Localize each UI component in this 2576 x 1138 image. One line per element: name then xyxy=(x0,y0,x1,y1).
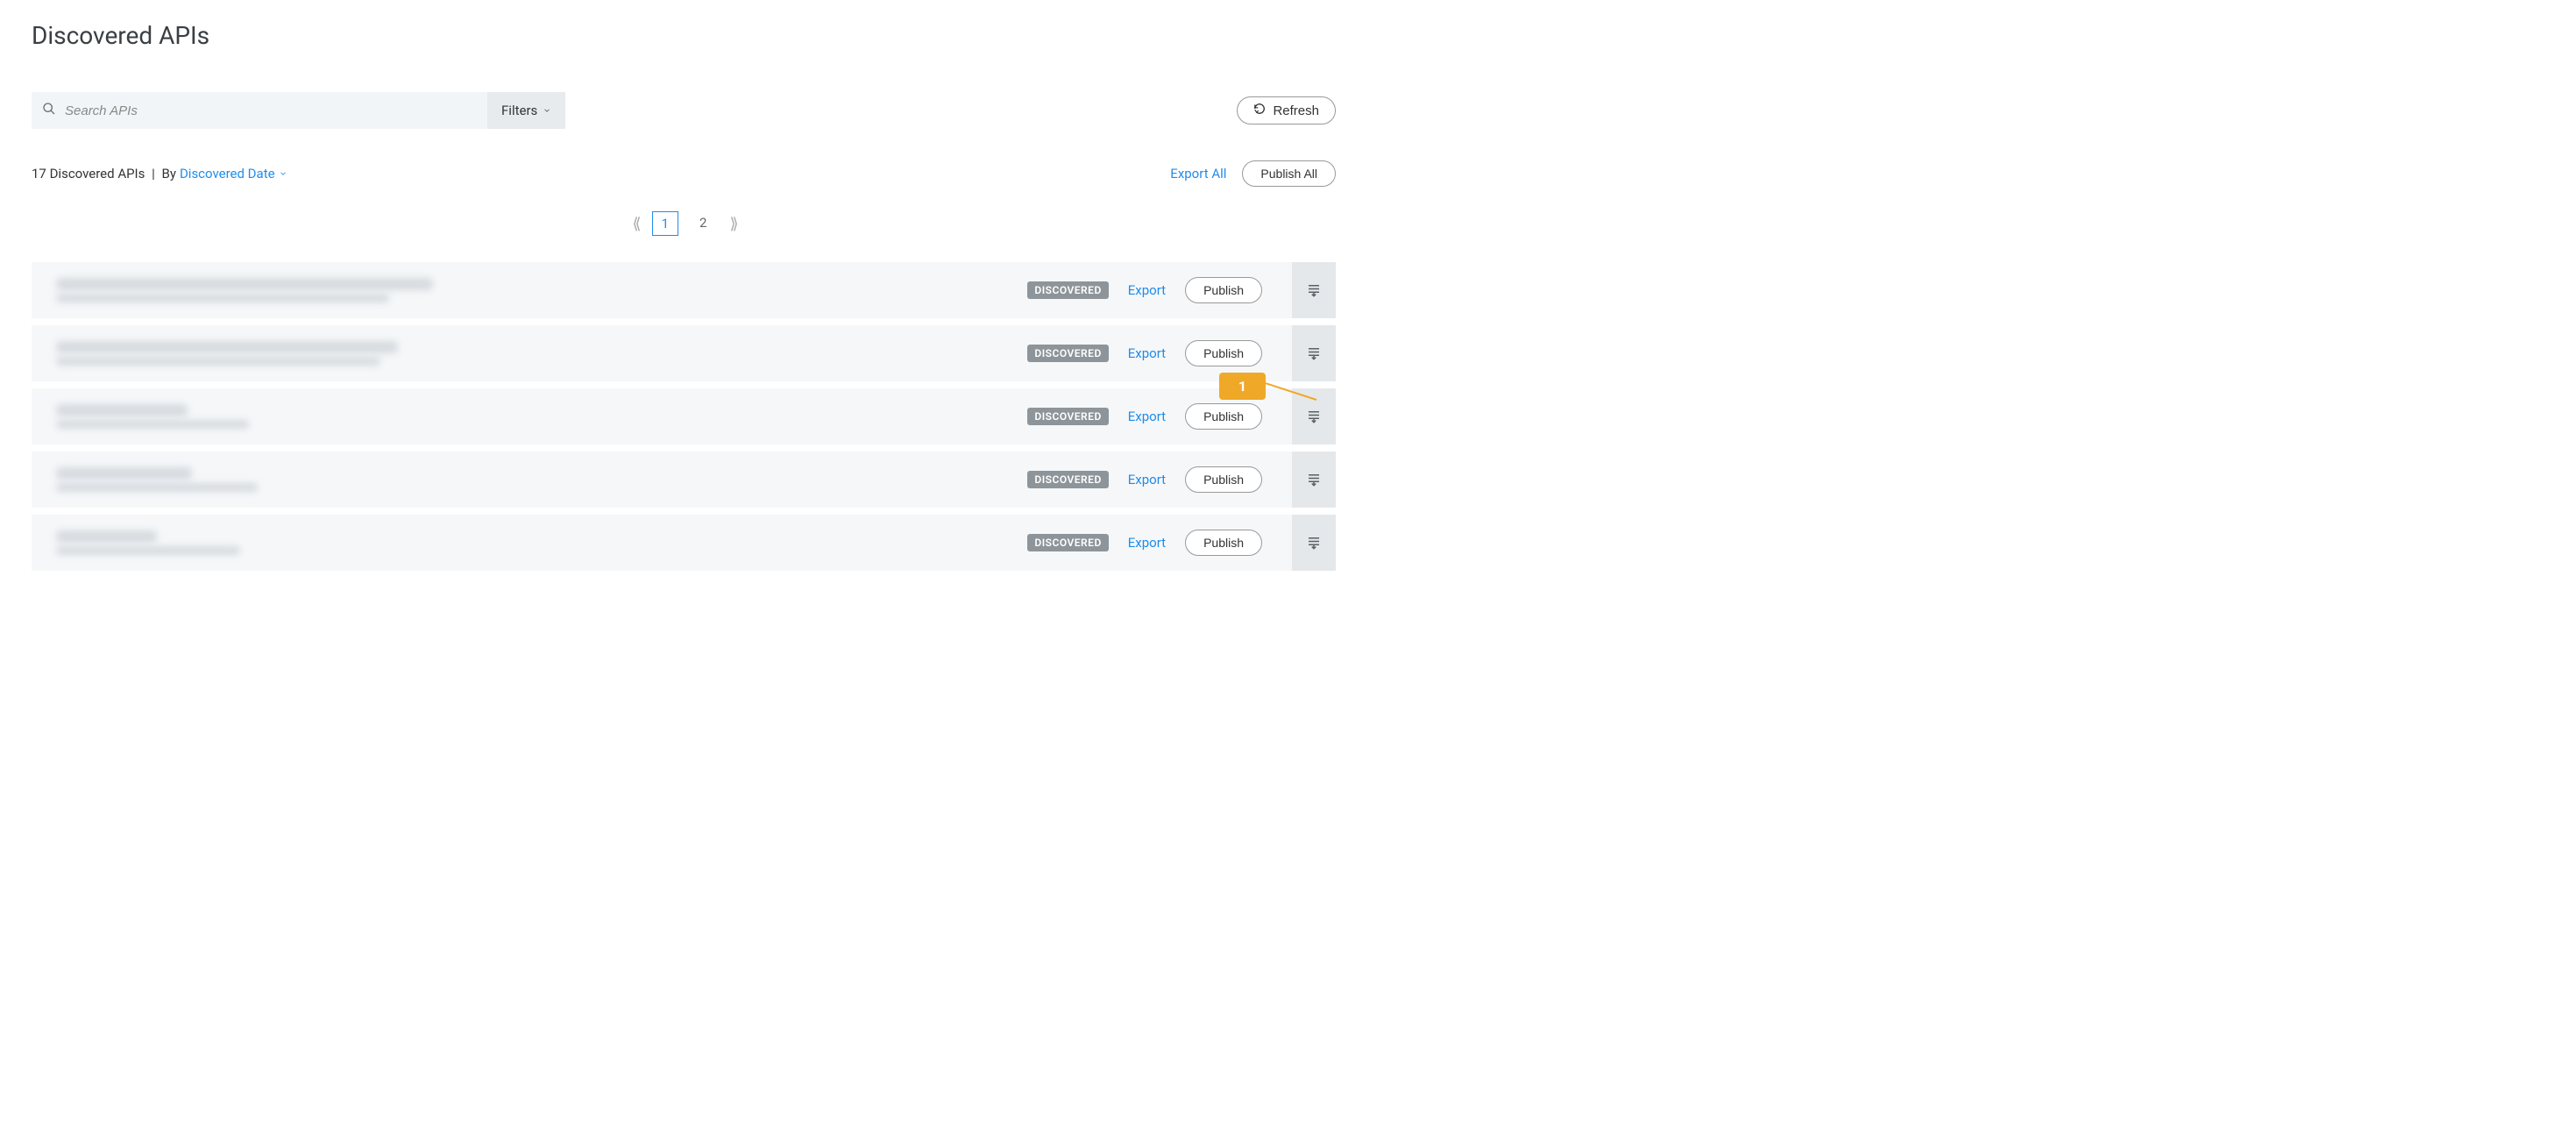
table-row: DISCOVERED Export Publish xyxy=(32,515,1336,571)
row-title-redacted xyxy=(56,341,398,353)
page-number[interactable]: 2 xyxy=(691,211,715,236)
row-info xyxy=(56,278,1027,302)
publish-button[interactable]: Publish xyxy=(1185,340,1262,366)
meta-right: Export All Publish All xyxy=(1170,160,1336,187)
search-box xyxy=(32,92,487,129)
row-info xyxy=(56,341,1027,366)
row-title-redacted xyxy=(56,404,188,416)
row-info xyxy=(56,404,1027,429)
export-link[interactable]: Export xyxy=(1128,345,1166,361)
row-subtitle-redacted xyxy=(56,546,240,555)
queue-button[interactable] xyxy=(1292,325,1336,381)
filters-label: Filters xyxy=(501,103,537,118)
search-icon xyxy=(42,102,56,119)
row-title-redacted xyxy=(56,467,192,480)
refresh-label: Refresh xyxy=(1273,103,1319,118)
chevron-down-icon xyxy=(279,166,287,181)
export-link[interactable]: Export xyxy=(1128,282,1166,298)
page-number[interactable]: 1 xyxy=(652,211,678,236)
row-actions: DISCOVERED Export Publish xyxy=(1027,262,1336,318)
row-subtitle-redacted xyxy=(56,357,380,366)
export-link[interactable]: Export xyxy=(1128,409,1166,424)
status-badge: DISCOVERED xyxy=(1027,281,1108,299)
status-badge: DISCOVERED xyxy=(1027,408,1108,425)
search-input[interactable] xyxy=(56,103,477,118)
count-text: 17 Discovered APIs xyxy=(32,166,145,181)
publish-button[interactable]: Publish xyxy=(1185,277,1262,303)
annotation-callout: 1 xyxy=(1219,373,1266,400)
table-row: DISCOVERED Export Publish xyxy=(32,262,1336,318)
refresh-icon xyxy=(1253,103,1266,118)
row-info xyxy=(56,467,1027,492)
meta-left: 17 Discovered APIs | By Discovered Date xyxy=(32,166,287,181)
table-row: DISCOVERED Export Publish xyxy=(32,388,1336,445)
search-filter-group: Filters xyxy=(32,92,565,129)
filters-button[interactable]: Filters xyxy=(487,92,565,129)
row-info xyxy=(56,530,1027,555)
row-actions: DISCOVERED Export Publish xyxy=(1027,388,1336,445)
publish-button[interactable]: Publish xyxy=(1185,466,1262,493)
queue-button[interactable] xyxy=(1292,515,1336,571)
pagination: ⟨⟨ 12 ⟩⟩ xyxy=(32,211,1336,236)
queue-button[interactable] xyxy=(1292,452,1336,508)
refresh-button[interactable]: Refresh xyxy=(1237,96,1336,124)
status-badge: DISCOVERED xyxy=(1027,345,1108,362)
status-badge: DISCOVERED xyxy=(1027,534,1108,551)
toolbar: Filters Refresh xyxy=(32,92,1336,129)
row-actions: DISCOVERED Export Publish xyxy=(1027,325,1336,381)
sort-label: Discovered Date xyxy=(180,166,275,181)
queue-button[interactable] xyxy=(1292,388,1336,445)
publish-all-button[interactable]: Publish All xyxy=(1242,160,1336,187)
export-link[interactable]: Export xyxy=(1128,472,1166,487)
page-next[interactable]: ⟩⟩ xyxy=(729,215,734,233)
table-row: DISCOVERED Export Publish xyxy=(32,452,1336,508)
table-row: DISCOVERED Export Publish xyxy=(32,325,1336,381)
row-title-redacted xyxy=(56,278,433,290)
row-title-redacted xyxy=(56,530,157,543)
row-actions: DISCOVERED Export Publish xyxy=(1027,452,1336,508)
page-prev[interactable]: ⟨⟨ xyxy=(633,215,638,233)
by-text: By xyxy=(162,166,176,181)
publish-button[interactable]: Publish xyxy=(1185,530,1262,556)
page-title: Discovered APIs xyxy=(32,21,1336,50)
row-subtitle-redacted xyxy=(56,420,249,429)
meta-row: 17 Discovered APIs | By Discovered Date … xyxy=(32,160,1336,187)
publish-button[interactable]: Publish xyxy=(1185,403,1262,430)
chevron-down-icon xyxy=(543,103,551,118)
queue-button[interactable] xyxy=(1292,262,1336,318)
row-subtitle-redacted xyxy=(56,483,258,492)
row-actions: DISCOVERED Export Publish xyxy=(1027,515,1336,571)
export-link[interactable]: Export xyxy=(1128,535,1166,551)
status-badge: DISCOVERED xyxy=(1027,471,1108,488)
export-all-link[interactable]: Export All xyxy=(1170,166,1226,181)
api-list: DISCOVERED Export Publish DISCOVERED Export P… xyxy=(32,262,1336,571)
sort-dropdown[interactable]: Discovered Date xyxy=(180,166,287,181)
row-subtitle-redacted xyxy=(56,294,389,302)
